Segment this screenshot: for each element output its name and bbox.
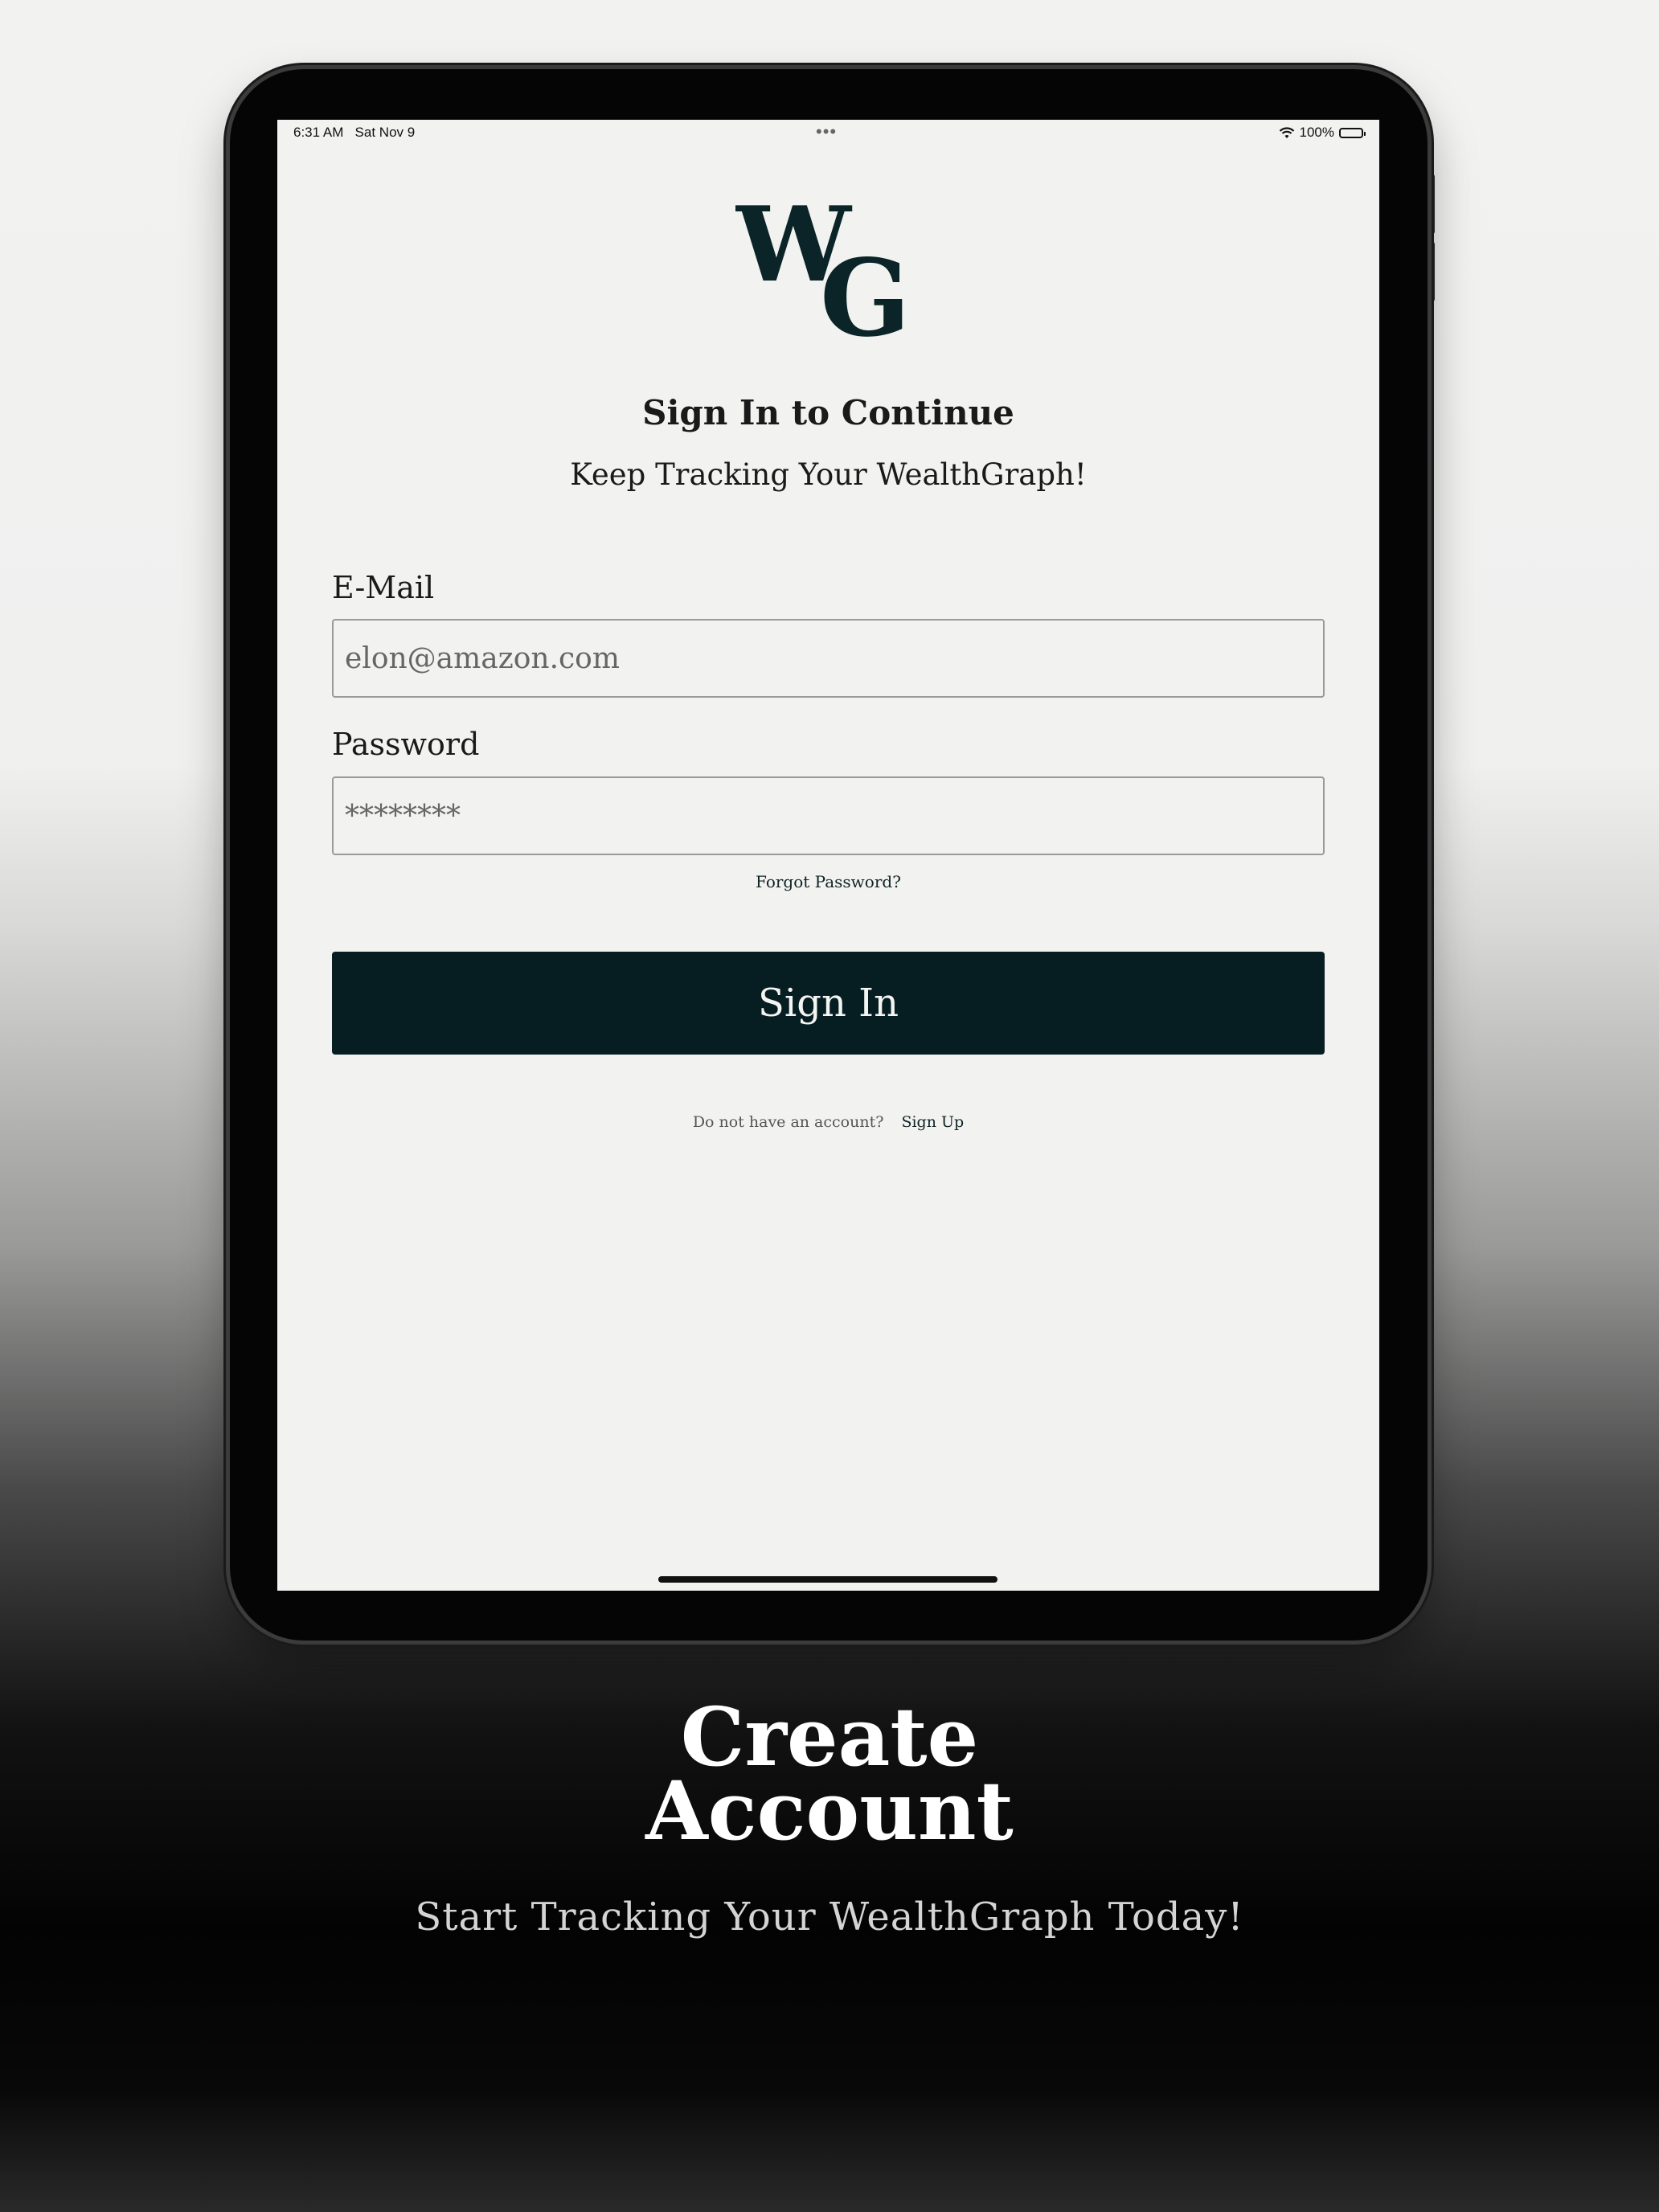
promo-subtitle: Start Tracking Your WealthGraph Today! — [415, 1895, 1244, 1940]
wifi-icon — [1279, 126, 1294, 138]
status-bar: 6:31 AM Sat Nov 9 ••• 100% — [277, 120, 1379, 145]
battery-percentage: 100% — [1299, 125, 1334, 140]
sign-in-button[interactable]: Sign In — [332, 952, 1325, 1055]
no-account-text: Do not have an account? — [692, 1113, 884, 1131]
multitasking-dots-icon[interactable]: ••• — [816, 121, 837, 142]
device-volume-down-button — [1427, 241, 1435, 302]
page-title: Sign In to Continue — [642, 393, 1014, 432]
password-field[interactable] — [332, 776, 1325, 855]
promo-title-line2: Account — [645, 1763, 1014, 1858]
wealthgraph-logo: W G — [735, 192, 911, 337]
battery-icon — [1339, 127, 1366, 138]
status-time: 6:31 AM — [293, 125, 344, 140]
home-indicator[interactable] — [658, 1576, 997, 1583]
forgot-password-link[interactable]: Forgot Password? — [756, 872, 901, 891]
logo-letter-g: G — [820, 236, 911, 337]
page-subtitle: Keep Tracking Your WealthGraph! — [570, 457, 1087, 492]
signup-prompt: Do not have an account? Sign Up — [277, 1113, 1379, 1131]
sign-up-link[interactable]: Sign Up — [901, 1113, 964, 1131]
email-field[interactable] — [332, 619, 1325, 698]
email-label: E-Mail — [332, 570, 435, 605]
app-screen: 6:31 AM Sat Nov 9 ••• 100% W G Sign In t… — [277, 120, 1379, 1591]
device-volume-up-button — [1427, 174, 1435, 235]
promo-title: Create Account — [0, 1697, 1659, 1858]
status-date: Sat Nov 9 — [354, 125, 416, 140]
password-label: Password — [332, 727, 480, 762]
